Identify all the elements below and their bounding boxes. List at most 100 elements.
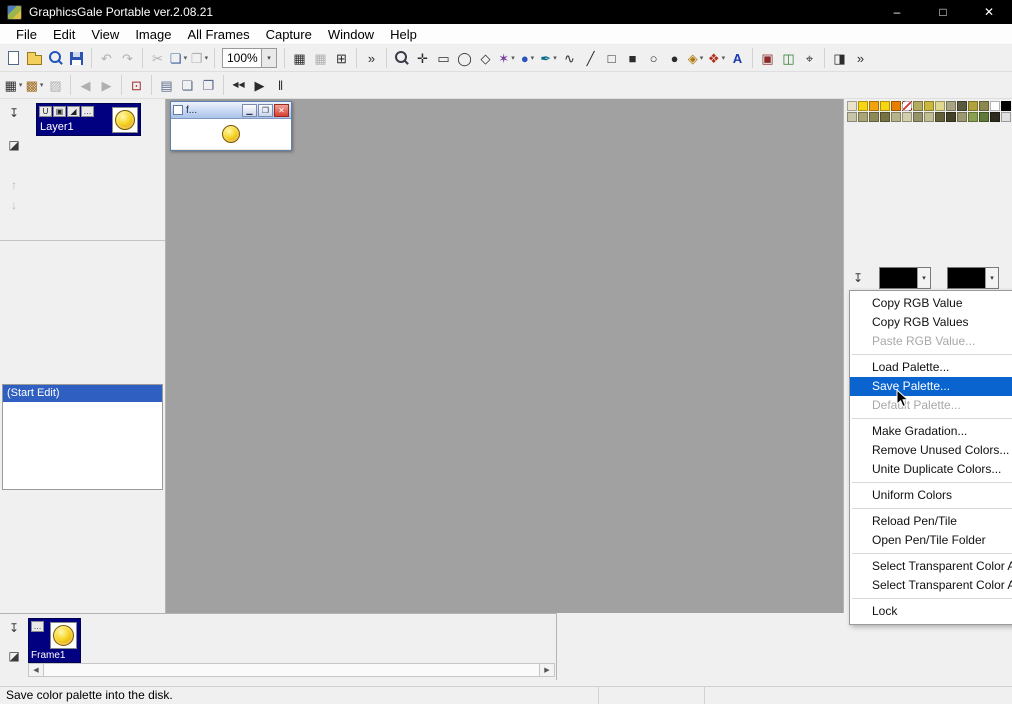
- layer-alpha-toggle[interactable]: ◢: [67, 106, 80, 117]
- palette-swatch[interactable]: [946, 101, 956, 111]
- rect-select-tool-button[interactable]: ▭: [433, 47, 454, 69]
- palette-swatch[interactable]: [847, 112, 857, 122]
- frame-properties-button[interactable]: …: [31, 621, 44, 632]
- palette-swatch[interactable]: [968, 112, 978, 122]
- dropper-tool-button[interactable]: ✒▾: [538, 47, 559, 69]
- palette-swatch[interactable]: [946, 112, 956, 122]
- palette-list-view-dropdown-arrow[interactable]: ▾: [40, 81, 44, 89]
- toolbar-overflow-b-button[interactable]: »: [850, 47, 871, 69]
- play-animation-button[interactable]: ▶: [249, 74, 270, 96]
- palette-swatch[interactable]: [858, 112, 868, 122]
- layer-visible-toggle[interactable]: ▣: [53, 106, 66, 117]
- capture-window-button[interactable]: ⌖: [799, 47, 820, 69]
- wand-select-tool-dropdown-arrow[interactable]: ▾: [511, 54, 515, 62]
- rect-tool-button[interactable]: □: [601, 47, 622, 69]
- new-file-button[interactable]: [3, 47, 24, 69]
- show-grid-button[interactable]: ▦: [289, 47, 310, 69]
- open-file-button[interactable]: [24, 47, 45, 69]
- document-canvas[interactable]: [171, 119, 291, 149]
- pen-tool-button[interactable]: ●▾: [517, 47, 538, 69]
- menu-item-lock[interactable]: Lock: [850, 602, 1012, 621]
- palette-swatch[interactable]: [924, 101, 934, 111]
- frame-thumbnail[interactable]: [50, 622, 77, 649]
- menu-item-save-palette[interactable]: Save Palette...: [850, 377, 1012, 396]
- curve-tool-button[interactable]: ∿: [559, 47, 580, 69]
- menu-item-reload-pen-tile[interactable]: Reload Pen/Tile: [850, 512, 1012, 531]
- menu-capture[interactable]: Capture: [258, 25, 320, 44]
- palette-swatch[interactable]: [1001, 101, 1011, 111]
- layer-undo-toggle[interactable]: U: [39, 106, 52, 117]
- menu-item-uniform-colors[interactable]: Uniform Colors: [850, 486, 1012, 505]
- paste-frame-button[interactable]: ❐: [198, 74, 219, 96]
- menu-item-open-pen-tile-folder[interactable]: Open Pen/Tile Folder: [850, 531, 1012, 550]
- palette-swatch[interactable]: [957, 101, 967, 111]
- palette-swatch[interactable]: [935, 101, 945, 111]
- background-color-well-dropdown[interactable]: ▾: [985, 268, 998, 288]
- custom-grid-button[interactable]: ⊞: [331, 47, 352, 69]
- tiles-window-button[interactable]: ◫: [778, 47, 799, 69]
- menu-image[interactable]: Image: [127, 25, 179, 44]
- menu-file[interactable]: File: [8, 25, 45, 44]
- onion-skin-button[interactable]: ▤: [156, 74, 177, 96]
- menu-item-select-transparent-color-as[interactable]: Select Transparent Color As: [850, 576, 1012, 595]
- pause-animation-button[interactable]: ‖: [270, 74, 291, 96]
- gradation-tool-button[interactable]: ❖▾: [706, 47, 727, 69]
- menu-item-make-gradation[interactable]: Make Gradation...: [850, 422, 1012, 441]
- text-tool-button[interactable]: A: [727, 47, 748, 69]
- layers-transparency-button[interactable]: ◪: [5, 137, 23, 153]
- palette-swatch[interactable]: [880, 112, 890, 122]
- frames-apply-all-button[interactable]: ↧: [5, 620, 23, 636]
- dropper-tool-dropdown-arrow[interactable]: ▾: [553, 54, 557, 62]
- scroll-right-button[interactable]: ▶: [540, 664, 554, 676]
- palette-swatch[interactable]: [979, 112, 989, 122]
- menu-item-unite-duplicate-colors[interactable]: Unite Duplicate Colors...: [850, 460, 1012, 479]
- document-titlebar[interactable]: f... ▁❐✕: [171, 102, 291, 119]
- zoom-tool-button[interactable]: [391, 47, 412, 69]
- canvas-area[interactable]: f... ▁❐✕: [166, 99, 843, 613]
- palette-list-view-button[interactable]: ▩▾: [24, 74, 45, 96]
- copy-dropdown-arrow[interactable]: ▾: [184, 54, 188, 62]
- history-list[interactable]: (Start Edit): [2, 384, 163, 490]
- minimize-button[interactable]: –: [874, 0, 920, 24]
- zoom-level[interactable]: 100%▾: [222, 48, 277, 68]
- frames-transparency-button[interactable]: ◪: [5, 648, 23, 664]
- palette-swatch[interactable]: [880, 101, 890, 111]
- palette-swatch[interactable]: [869, 112, 879, 122]
- palette-apply-all-button[interactable]: ↧: [849, 270, 867, 286]
- toolbar-overflow-a-button[interactable]: »: [361, 47, 382, 69]
- menu-edit[interactable]: Edit: [45, 25, 83, 44]
- palette-swatch[interactable]: [924, 112, 934, 122]
- menu-help[interactable]: Help: [382, 25, 425, 44]
- fill-ellipse-tool-button[interactable]: ●: [664, 47, 685, 69]
- fill-tool-button[interactable]: ◈▾: [685, 47, 706, 69]
- palette-swatch[interactable]: [1001, 112, 1011, 122]
- zoom-search-button[interactable]: [45, 47, 66, 69]
- document-window[interactable]: f... ▁❐✕: [170, 101, 292, 151]
- palette-swatch[interactable]: [990, 112, 1000, 122]
- preview-window-button[interactable]: ⊡: [126, 74, 147, 96]
- zoom-level-dropdown[interactable]: ▾: [261, 49, 276, 67]
- layer-thumbnail[interactable]: [112, 107, 138, 133]
- pens-window-button[interactable]: ▣: [757, 47, 778, 69]
- palette-swatch[interactable]: [979, 101, 989, 111]
- menu-window[interactable]: Window: [320, 25, 382, 44]
- menu-item-remove-unused-colors[interactable]: Remove Unused Colors...: [850, 441, 1012, 460]
- frame-item[interactable]: … Frame1: [28, 618, 81, 663]
- palette-swatch[interactable]: [902, 101, 912, 111]
- menu-item-select-transparent-color-as[interactable]: Select Transparent Color As: [850, 557, 1012, 576]
- wand-select-tool-button[interactable]: ✶▾: [496, 47, 517, 69]
- background-color-well[interactable]: ▾: [947, 267, 999, 289]
- ellipse-tool-button[interactable]: ○: [643, 47, 664, 69]
- oval-select-tool-button[interactable]: ◯: [454, 47, 475, 69]
- fill-tool-dropdown-arrow[interactable]: ▾: [700, 54, 704, 62]
- menu-view[interactable]: View: [83, 25, 127, 44]
- menu-all-frames[interactable]: All Frames: [179, 25, 257, 44]
- copy-button[interactable]: ❏▾: [168, 47, 189, 69]
- fill-rect-tool-button[interactable]: ■: [622, 47, 643, 69]
- palette-swatch[interactable]: [891, 101, 901, 111]
- palette-swatch[interactable]: [869, 101, 879, 111]
- palette-swatch[interactable]: [902, 112, 912, 122]
- layer-item[interactable]: U▣◢… Layer1: [36, 103, 141, 136]
- menu-item-copy-rgb-value[interactable]: Copy RGB Value: [850, 294, 1012, 313]
- foreground-color-well-dropdown[interactable]: ▾: [917, 268, 930, 288]
